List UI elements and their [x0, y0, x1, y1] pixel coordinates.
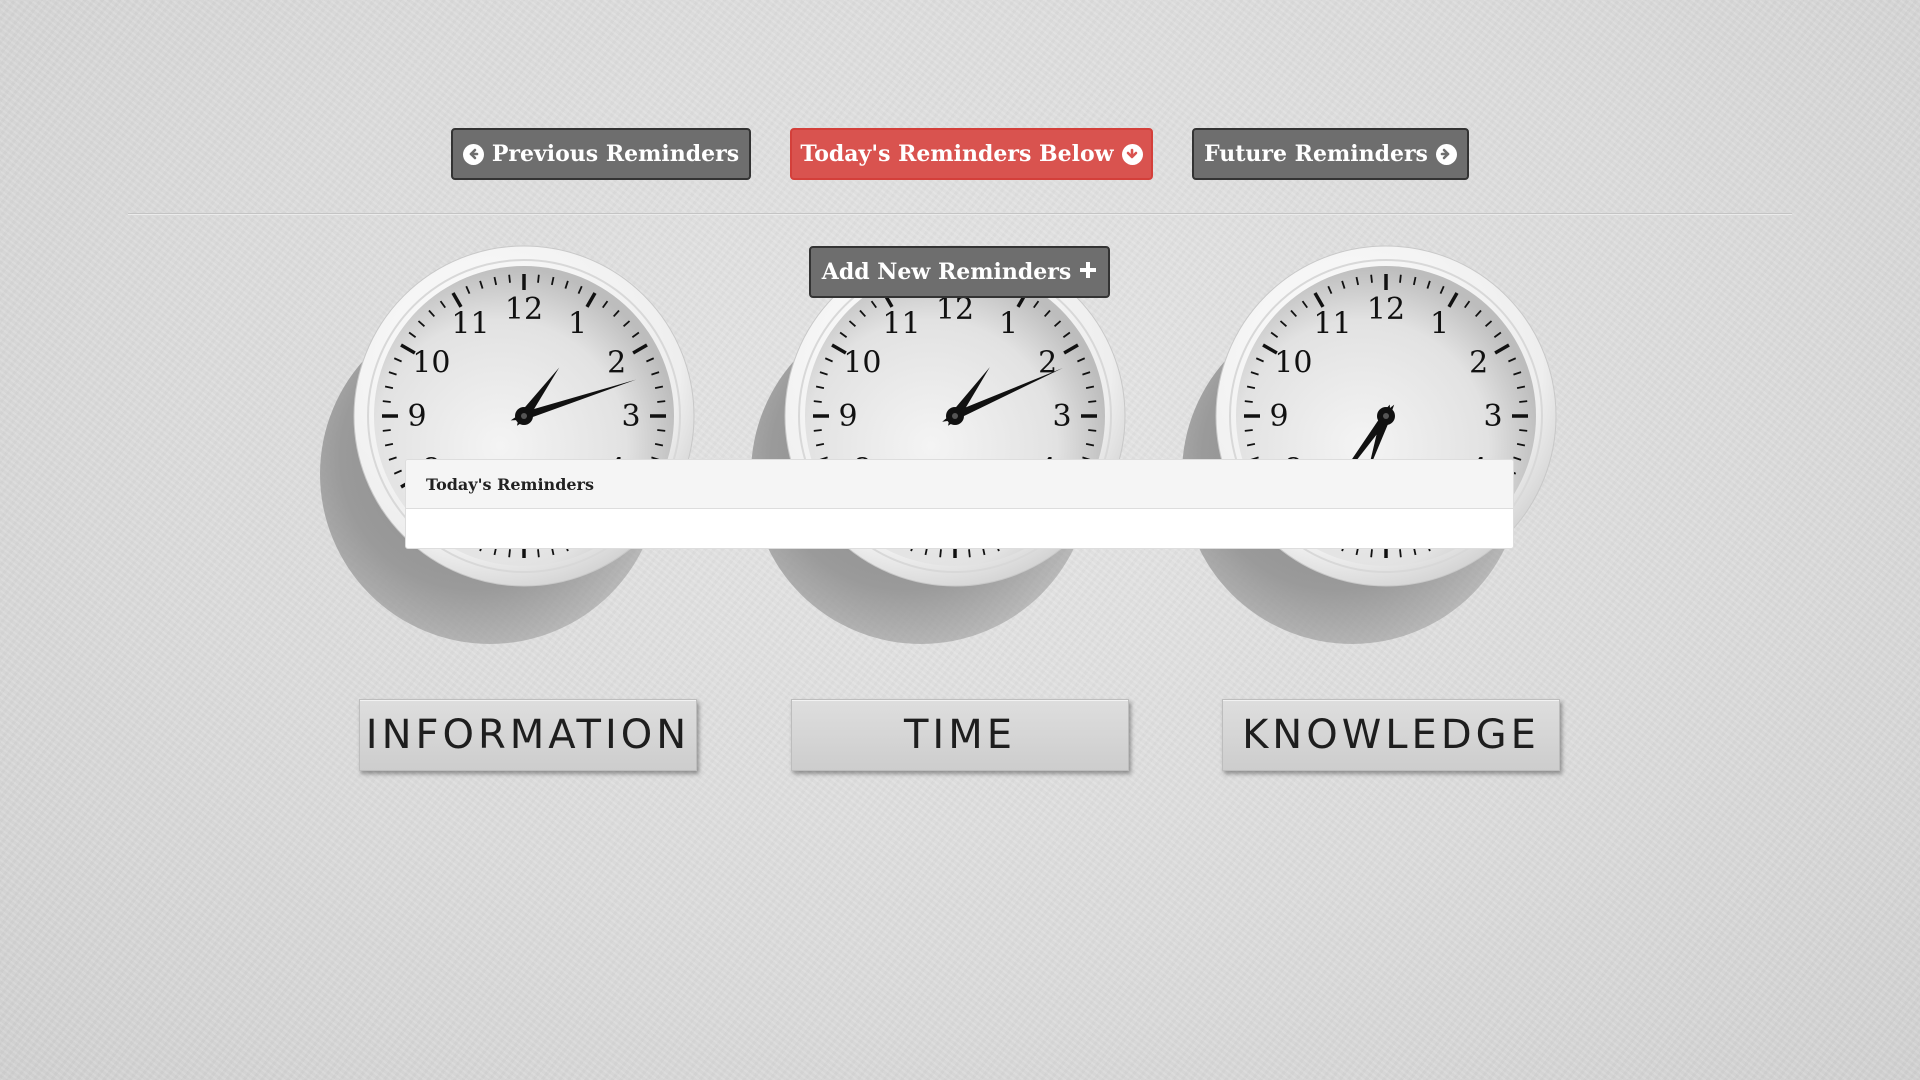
arrow-circle-left-icon [462, 143, 484, 165]
svg-text:12: 12 [1367, 292, 1405, 327]
label-knowledge: KNOWLEDGE [1222, 699, 1560, 771]
todays-reminders-label: Today's Reminders Below [800, 141, 1114, 167]
future-reminders-button[interactable]: Future Reminders [1192, 128, 1469, 180]
svg-text:10: 10 [412, 346, 450, 381]
label-information: INFORMATION [359, 699, 697, 771]
svg-text:11: 11 [451, 306, 489, 341]
svg-text:11: 11 [1313, 306, 1351, 341]
arrow-circle-down-icon [1121, 143, 1143, 165]
svg-text:1: 1 [999, 306, 1018, 341]
svg-text:3: 3 [1483, 399, 1502, 434]
svg-text:2: 2 [607, 346, 626, 381]
panel-heading: Today's Reminders [406, 460, 1513, 509]
add-new-reminders-label: Add New Reminders [821, 259, 1072, 285]
svg-text:3: 3 [1052, 399, 1071, 434]
previous-reminders-label: Previous Reminders [491, 141, 740, 167]
panel-body [406, 509, 1513, 548]
add-new-reminders-button[interactable]: Add New Reminders [809, 246, 1110, 298]
svg-text:10: 10 [1274, 346, 1312, 381]
arrow-circle-right-icon [1435, 143, 1457, 165]
svg-text:2: 2 [1469, 346, 1488, 381]
divider [128, 213, 1792, 215]
svg-text:9: 9 [407, 399, 426, 434]
svg-text:12: 12 [505, 292, 543, 327]
svg-text:9: 9 [1269, 399, 1288, 434]
svg-text:10: 10 [843, 346, 881, 381]
todays-reminders-button[interactable]: Today's Reminders Below [790, 128, 1153, 180]
svg-text:11: 11 [882, 306, 920, 341]
future-reminders-label: Future Reminders [1204, 141, 1428, 167]
svg-text:1: 1 [568, 306, 587, 341]
svg-text:9: 9 [838, 399, 857, 434]
svg-text:1: 1 [1430, 306, 1449, 341]
todays-reminders-panel: Today's Reminders [405, 459, 1514, 549]
svg-text:3: 3 [621, 399, 640, 434]
plus-icon [1079, 259, 1097, 285]
previous-reminders-button[interactable]: Previous Reminders [451, 128, 751, 180]
label-time: TIME [791, 699, 1129, 771]
